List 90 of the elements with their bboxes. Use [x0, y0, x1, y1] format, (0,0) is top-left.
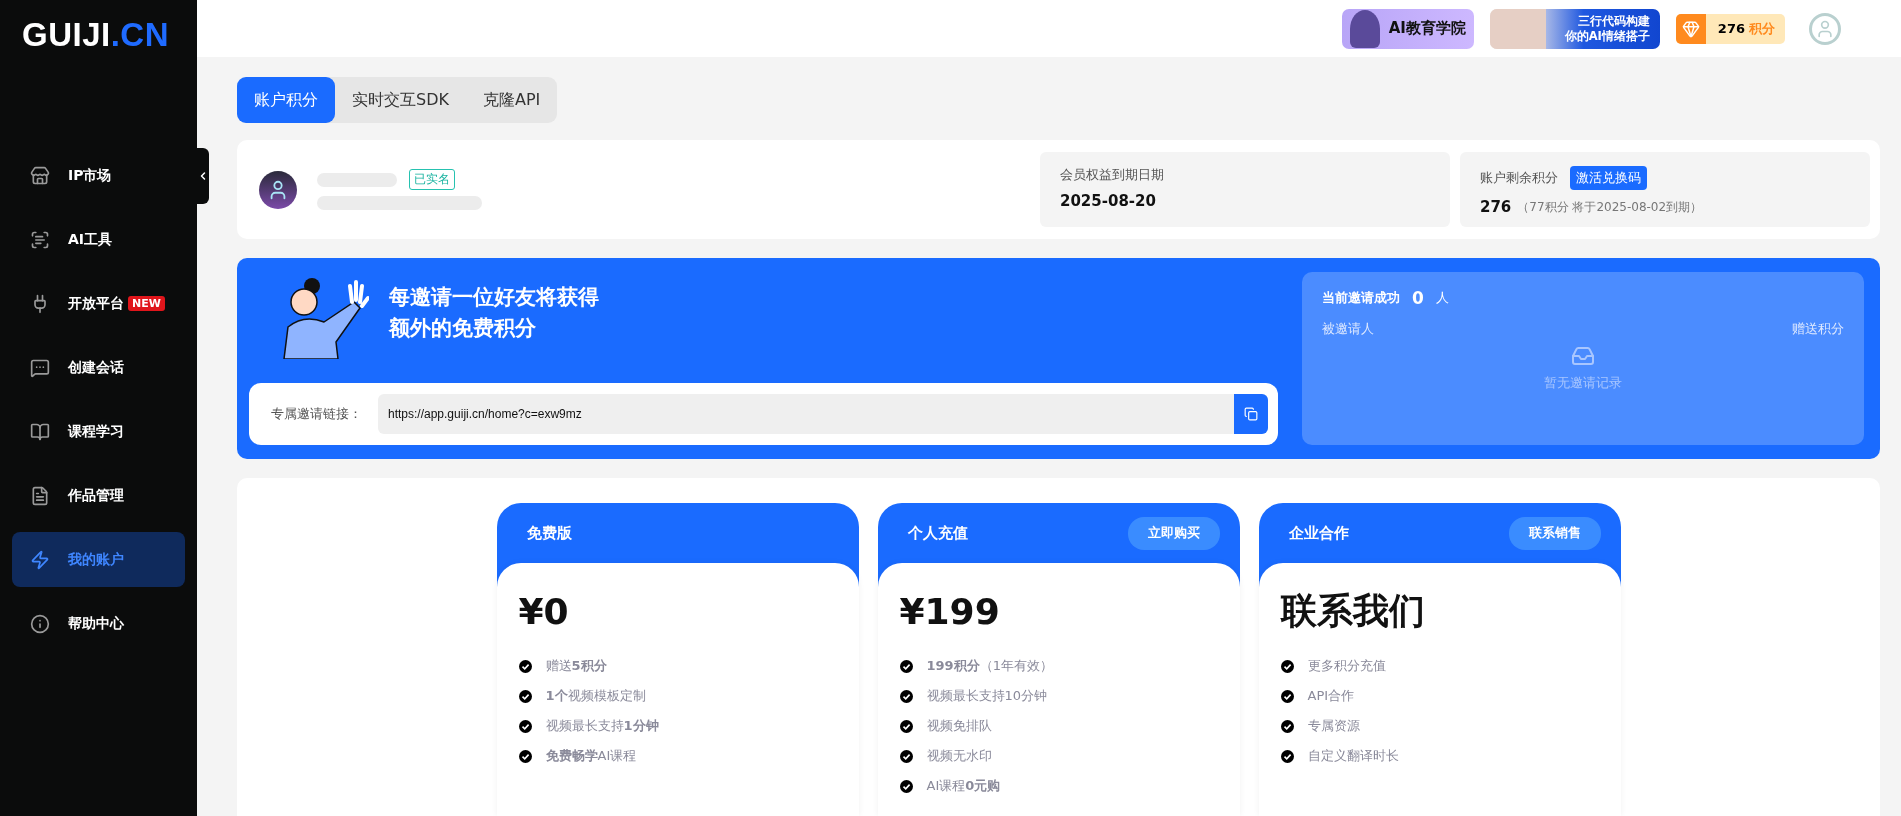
plan-feature: AI课程0元购	[926, 777, 1001, 795]
sidebar-item[interactable]: 创建会话	[12, 340, 185, 395]
sidebar-item[interactable]: IP市场	[12, 148, 185, 203]
sidebar-item-label: 作品管理	[68, 486, 124, 505]
sidebar-item[interactable]: 开放平台 NEW	[12, 276, 185, 331]
ai-box-icon	[30, 229, 50, 250]
logo: GUIJI.CN	[21, 15, 171, 55]
gem-icon	[1681, 19, 1700, 38]
copy-icon	[1244, 407, 1258, 421]
expiry-date: 2025-08-20	[1060, 192, 1157, 210]
check-icon	[518, 749, 532, 763]
points-unit: 积分	[1749, 19, 1775, 38]
copy-button[interactable]	[1234, 394, 1268, 434]
points-label: 账户剩余积分	[1480, 169, 1558, 187]
points-badge[interactable]: 276 积分	[1675, 13, 1785, 44]
info-icon	[30, 613, 50, 634]
avatar-icon	[259, 170, 297, 209]
sidebar-item-label: 课程学习	[68, 422, 124, 441]
empty-inbox-icon	[1571, 344, 1595, 368]
plan-price: 联系我们	[1280, 588, 1426, 633]
points-value: 276	[1717, 21, 1745, 36]
check-icon	[1280, 689, 1294, 703]
tab[interactable]: 克隆API	[465, 77, 558, 123]
lightning-icon	[30, 549, 50, 570]
plan-feature: 视频免排队	[926, 717, 992, 735]
check-icon	[899, 689, 913, 703]
tab[interactable]: 账户积分	[237, 77, 335, 123]
promo-banner[interactable]: 三行代码构建 你的AI情绪搭子	[1489, 8, 1660, 49]
store-icon	[30, 165, 50, 186]
plan-feature: 视频最长支持1分钟	[545, 717, 659, 735]
plan-feature: 视频无水印	[926, 747, 992, 765]
plan-feature: 视频最长支持10分钟	[926, 687, 1048, 705]
check-icon	[518, 689, 532, 703]
sidebar-item[interactable]: 课程学习	[12, 404, 185, 459]
sidebar-item-label: 创建会话	[68, 358, 124, 377]
plan-feature: 199积分（1年有效）	[926, 657, 1053, 675]
column-header: 被邀请人	[1322, 320, 1374, 338]
plan-feature: API合作	[1307, 687, 1355, 705]
invite-link-label: 专属邀请链接：	[271, 405, 362, 423]
plan-feature: 专属资源	[1307, 717, 1360, 735]
plan-title: 免费版	[526, 523, 572, 543]
sidebar-item-label: 帮助中心	[68, 614, 124, 633]
plan-price: ¥199	[899, 589, 1001, 634]
new-badge: NEW	[128, 296, 165, 311]
sidebar-item-label: 我的账户	[68, 550, 124, 569]
collapse-handle[interactable]	[197, 148, 209, 204]
photo-placeholder	[1489, 8, 1546, 49]
check-icon	[518, 719, 532, 733]
invite-headline: 每邀请一位好友将获得 额外的免费积分	[389, 284, 599, 342]
check-icon	[899, 779, 913, 793]
sidebar-item-label: IP市场	[68, 166, 112, 185]
sidebar-item[interactable]: 作品管理	[12, 468, 185, 523]
banner-text: 三行代码构建 你的AI情绪搭子	[1564, 13, 1650, 44]
invite-success-label: 当前邀请成功	[1322, 289, 1400, 307]
plan-feature: 免费畅学AI课程	[545, 747, 637, 765]
plan-title: 企业合作	[1288, 523, 1349, 543]
plan-title: 个人充值	[907, 523, 968, 543]
points-note: （77积分 将于2025-08-02到期）	[1517, 198, 1703, 216]
invite-unit: 人	[1435, 289, 1449, 307]
plan-price: ¥0	[518, 589, 570, 634]
document-icon	[30, 485, 50, 506]
expiry-label: 会员权益到期日期	[1060, 166, 1165, 184]
plan-feature: 赠送5积分	[545, 657, 607, 675]
check-icon	[1280, 749, 1294, 763]
points-value: 276	[1480, 198, 1512, 216]
sidebar-item-label: AI工具	[68, 230, 113, 249]
check-icon	[1280, 659, 1294, 673]
empty-message: 暂无邀请记录	[1544, 374, 1622, 392]
sidebar-item[interactable]: 帮助中心	[12, 596, 185, 651]
plan-feature: 更多积分充值	[1307, 657, 1386, 675]
plan-feature: 1个视频模板定制	[545, 687, 646, 705]
sidebar-item[interactable]: AI工具	[12, 212, 185, 267]
column-header: 赠送积分	[1792, 320, 1844, 338]
check-icon	[518, 659, 532, 673]
check-icon	[899, 659, 913, 673]
sidebar-item-label: 开放平台	[68, 294, 124, 313]
invite-link-field[interactable]: https://app.guiji.cn/home?c=exw9mz	[378, 394, 1268, 434]
redeem-button[interactable]: 激活兑换码	[1570, 166, 1647, 190]
banner-text: AI教育学院	[1388, 19, 1466, 38]
check-icon	[899, 719, 913, 733]
academy-banner[interactable]: AI教育学院	[1341, 8, 1474, 49]
book-icon	[30, 421, 50, 442]
verified-badge: 已实名	[409, 169, 455, 190]
check-icon	[899, 749, 913, 763]
plan-feature: 自定义翻译时长	[1307, 747, 1399, 765]
check-icon	[1280, 719, 1294, 733]
tab[interactable]: 实时交互SDK	[335, 77, 466, 123]
invite-count: 0	[1412, 288, 1424, 308]
sidebar-item[interactable]: 我的账户	[12, 532, 185, 587]
chat-bubble-icon	[30, 357, 50, 378]
